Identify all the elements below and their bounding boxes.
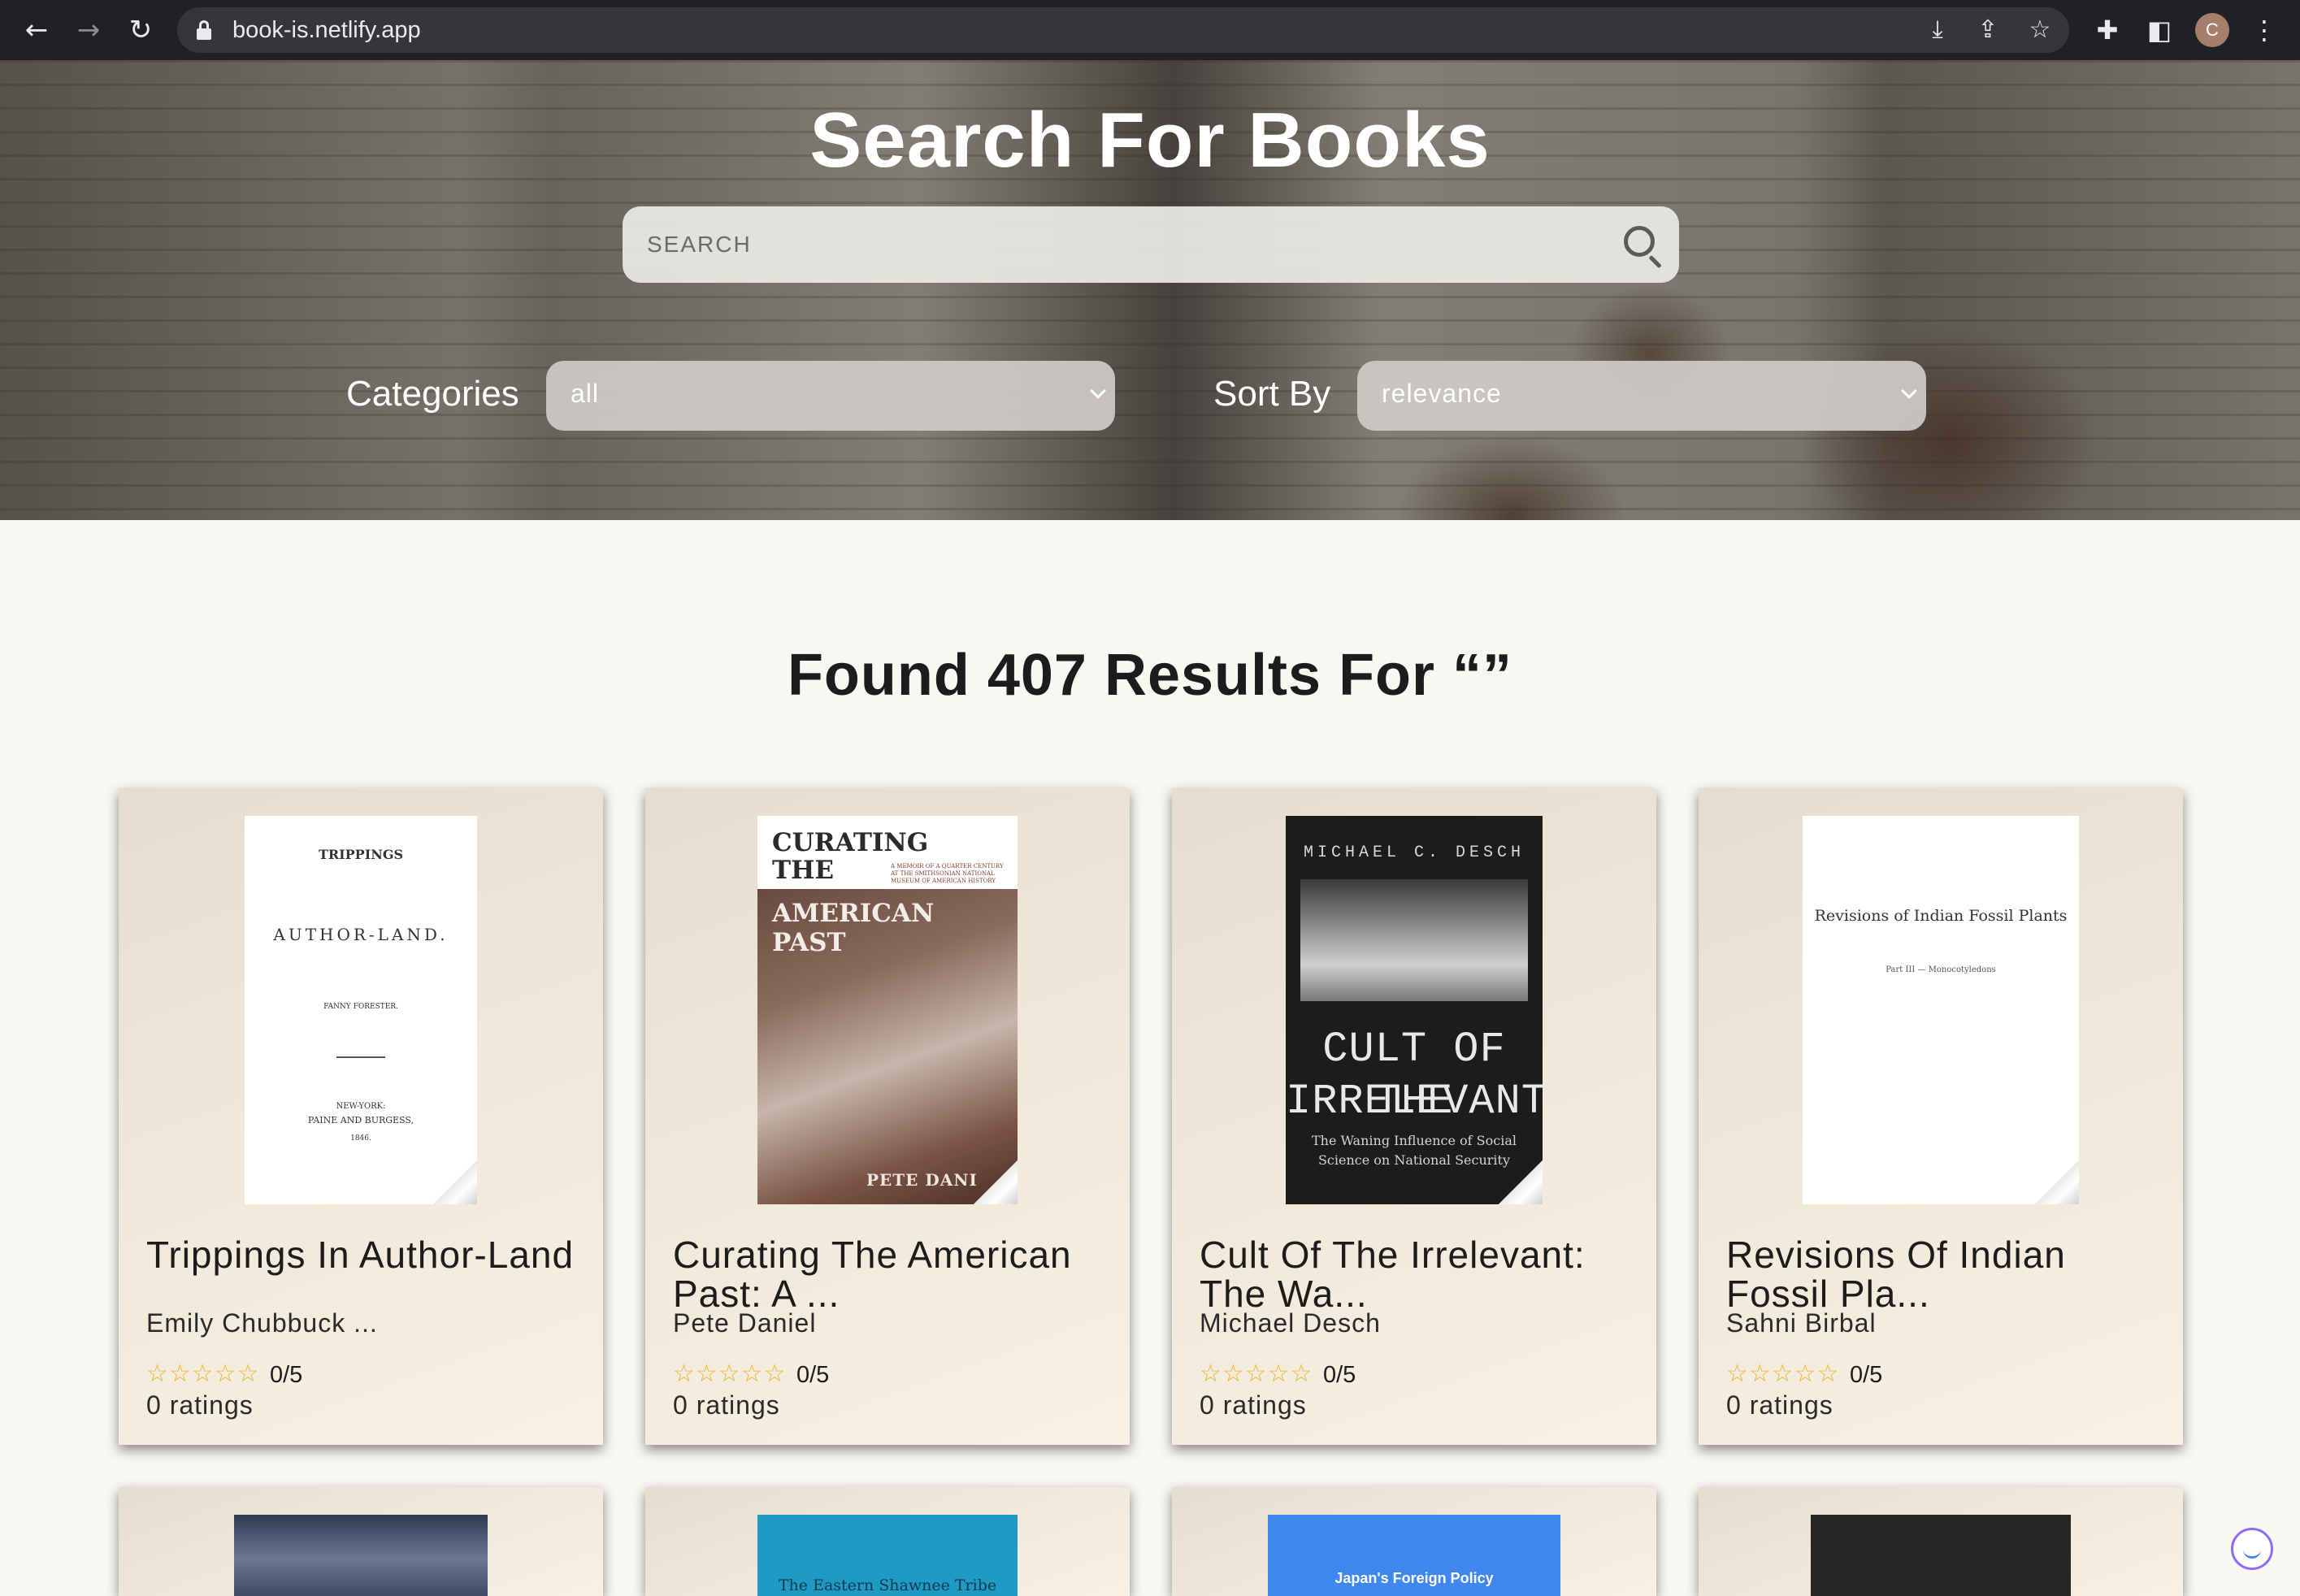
sort-value: relevance [1382,379,1502,408]
book-cover[interactable]: TRIPPINGS AUTHOR-LAND. FANNY FORESTER. N… [245,816,477,1204]
ratings-count: 0 ratings [673,1390,780,1420]
reload-icon[interactable]: ↻ [124,13,158,47]
rating-value: 0/5 [1323,1362,1356,1388]
book-cover[interactable]: The Eastern Shawnee Tribe [757,1515,1018,1596]
categories-label: Categories [346,374,519,414]
cover-photo [1300,879,1528,1001]
forward-icon[interactable]: → [72,13,106,47]
book-cover[interactable]: MICHAEL C. DESCH CULT OF THE IRRELEVANT … [1286,816,1543,1204]
profile-avatar[interactable]: C [2195,13,2229,47]
book-title[interactable]: Revisions Of Indian Fossil Pla... [1726,1235,2165,1313]
page-curl-icon [2035,1160,2079,1204]
star-rating-icon[interactable]: ☆☆☆☆☆ [1726,1360,1839,1388]
chevron-down-icon [1090,383,1106,399]
search-input[interactable] [647,206,1590,283]
book-card[interactable]: Japan's Foreign Policy [1172,1487,1656,1596]
back-icon[interactable]: ← [20,13,54,47]
book-author: Sahni Birbal [1726,1308,1877,1338]
search-bar[interactable] [623,206,1679,283]
book-cover[interactable] [1811,1515,2071,1596]
categories-value: all [571,379,600,408]
page-title: Search For Books [809,97,1491,184]
install-icon[interactable]: ⤓ [1923,15,1952,45]
hero-banner: Search For Books Categories all Sort By … [0,60,2300,520]
rating-value: 0/5 [796,1362,830,1388]
ratings-count: 0 ratings [1200,1390,1307,1420]
rating-value: 0/5 [270,1362,303,1388]
extensions-icon[interactable]: ✚ [2090,13,2124,47]
chevron-down-icon [1901,383,1917,399]
book-cover[interactable]: Revisions of Indian Fossil Plants Part I… [1803,816,2079,1204]
address-bar[interactable]: book-is.netlify.app ⤓ ⇪ ☆ [177,7,2069,53]
book-card[interactable]: MICHAEL C. DESCH CULT OF THE IRRELEVANT … [1172,788,1656,1445]
book-author: Emily Chubbuck ... [146,1308,378,1338]
categories-select[interactable]: all [546,361,1115,431]
star-icon[interactable]: ☆ [2025,15,2055,45]
chat-widget-icon[interactable] [2231,1528,2273,1570]
book-card[interactable]: TRIPPINGS AUTHOR-LAND. FANNY FORESTER. N… [119,788,603,1445]
search-icon[interactable] [1621,223,1664,269]
ratings-count: 0 ratings [146,1390,254,1420]
sort-select[interactable]: relevance [1357,361,1926,431]
book-title[interactable]: Curating The American Past: A ... [673,1235,1112,1313]
book-cover[interactable]: CURATING THE A MEMOIR OF A QUARTER CENTU… [757,816,1018,1204]
sort-label: Sort By [1213,374,1331,414]
star-rating-icon[interactable]: ☆☆☆☆☆ [1200,1360,1313,1388]
book-cover[interactable]: Japan's Foreign Policy [1268,1515,1560,1596]
book-cover[interactable] [234,1515,488,1596]
book-card[interactable]: The Eastern Shawnee Tribe [645,1487,1130,1596]
menu-icon[interactable]: ⋮ [2247,13,2281,47]
share-icon[interactable]: ⇪ [1973,15,2003,45]
star-rating-icon[interactable]: ☆☆☆☆☆ [673,1360,786,1388]
book-title[interactable]: Trippings In Author-Land [146,1235,585,1274]
book-author: Michael Desch [1200,1308,1381,1338]
page-curl-icon [433,1160,477,1204]
book-card[interactable] [1699,1487,2183,1596]
results-heading: Found 407 Results For “” [787,643,1513,708]
rating-value: 0/5 [1850,1362,1883,1388]
book-card[interactable]: Revisions of Indian Fossil Plants Part I… [1699,788,2183,1445]
lock-icon[interactable] [197,20,211,40]
sidepanel-icon[interactable]: ◧ [2142,13,2176,47]
ratings-count: 0 ratings [1726,1390,1833,1420]
book-card[interactable]: CURATING THE A MEMOIR OF A QUARTER CENTU… [645,788,1130,1445]
url-text[interactable]: book-is.netlify.app [232,17,421,44]
book-card[interactable] [119,1487,603,1596]
browser-toolbar: ← → ↻ book-is.netlify.app ⤓ ⇪ ☆ ✚ ◧ C ⋮ [0,0,2300,60]
book-title[interactable]: Cult Of The Irrelevant: The Wa... [1200,1235,1638,1313]
star-rating-icon[interactable]: ☆☆☆☆☆ [146,1360,259,1388]
book-author: Pete Daniel [673,1308,817,1338]
